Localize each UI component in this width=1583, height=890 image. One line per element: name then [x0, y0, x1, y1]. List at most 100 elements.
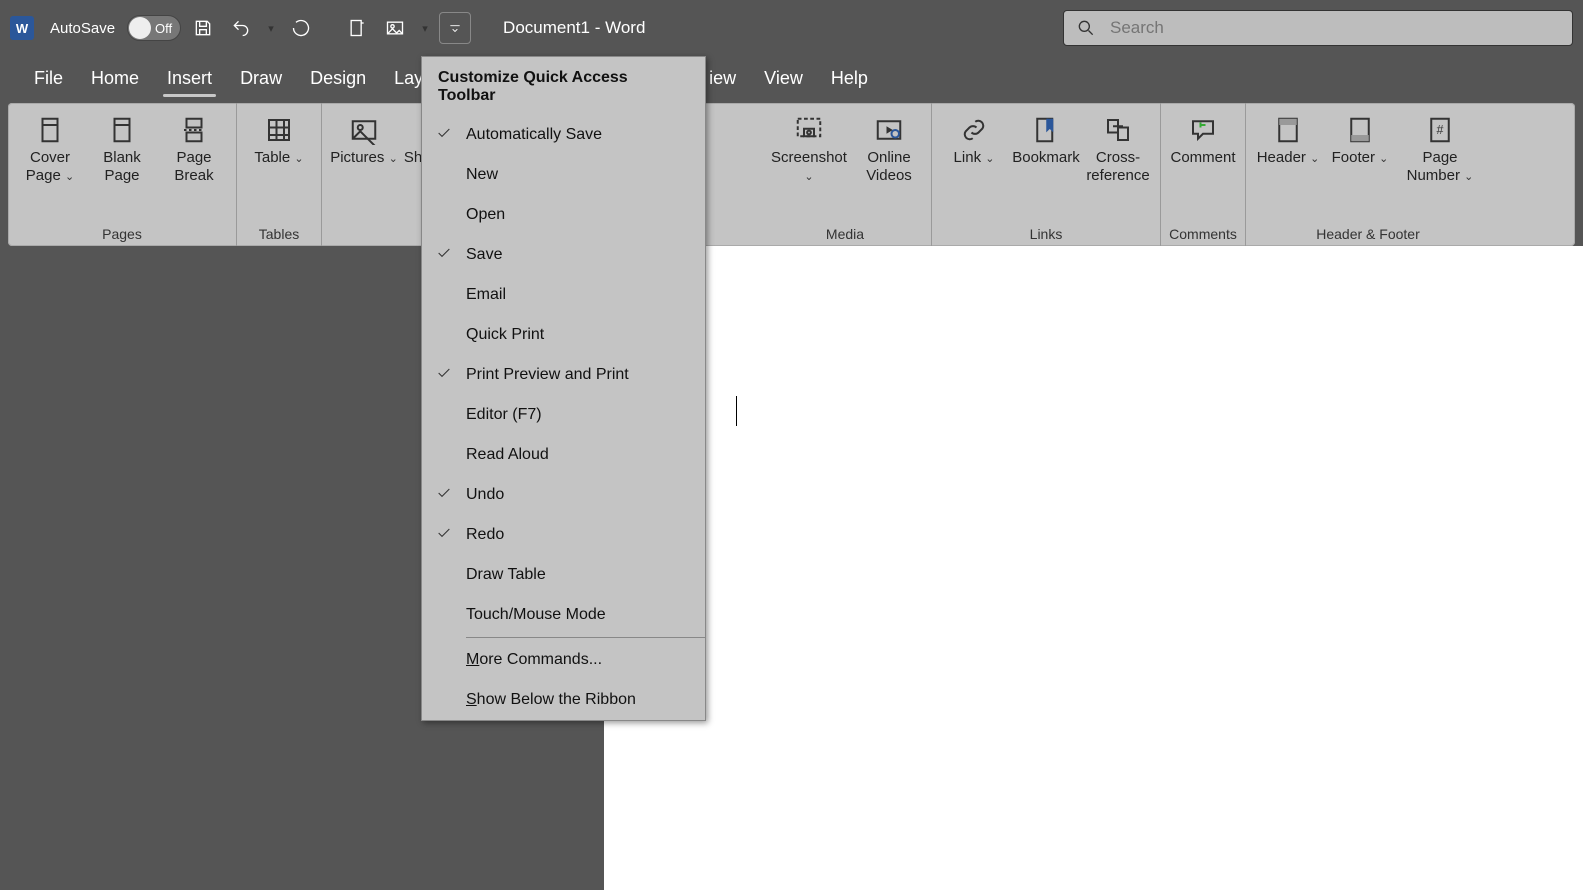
menu-item-label: New	[466, 166, 498, 184]
cmd-cover-page[interactable]: CoverPage ⌄	[16, 107, 84, 185]
tab-file[interactable]: File	[20, 56, 77, 101]
tab-view[interactable]: View	[750, 56, 817, 101]
cmd-pictures[interactable]: Pictures ⌄	[330, 107, 398, 167]
menu-item-label: Open	[466, 206, 505, 224]
group-label: Pages	[102, 222, 142, 246]
document-title: Document1 - Word	[503, 18, 645, 38]
menu-item-read-aloud[interactable]: Read Aloud	[422, 435, 705, 475]
search-input[interactable]	[1110, 18, 1560, 38]
cmd-online-videos[interactable]: OnlineVideos	[855, 107, 923, 185]
menu-item-open[interactable]: Open	[422, 195, 705, 235]
picture-qat-button[interactable]	[379, 12, 411, 44]
menu-item-label: Read Aloud	[466, 446, 549, 464]
menu-item-new[interactable]: New	[422, 155, 705, 195]
picture-icon	[347, 113, 381, 147]
cmd-label: Bookmark	[1012, 149, 1080, 167]
autosave-label: AutoSave	[50, 20, 115, 37]
ribbon-group-pages: CoverPage ⌄ BlankPagePageBreak Pages	[8, 103, 237, 246]
search-box[interactable]	[1063, 10, 1573, 46]
menu-item-quick-print[interactable]: Quick Print	[422, 315, 705, 355]
autosave-state: Off	[155, 21, 172, 36]
picture-qat-dropdown[interactable]: ▾	[417, 12, 433, 44]
cmd-label: Cross-reference	[1084, 149, 1152, 185]
menu-item-draw-table[interactable]: Draw Table	[422, 555, 705, 595]
cmd-screenshot[interactable]: Screenshot ⌄	[767, 107, 851, 185]
menu-item-save[interactable]: Save	[422, 235, 705, 275]
cmd-cross-reference[interactable]: Cross-reference	[1084, 107, 1152, 185]
bookmark-icon	[1029, 113, 1063, 147]
menu-item-automatically-save[interactable]: Automatically Save	[422, 115, 705, 155]
menu-item-more-commands...[interactable]: More Commands...	[422, 640, 705, 680]
cmd-blank-page[interactable]: BlankPage	[88, 107, 156, 185]
ribbon-group-media: Screenshot ⌄OnlineVideos Media	[759, 103, 932, 246]
menu-item-show-below-the-ribbon[interactable]: Show Below the Ribbon	[422, 680, 705, 720]
screenshot-icon	[792, 113, 826, 147]
table-icon	[262, 113, 296, 147]
menu-item-redo[interactable]: Redo	[422, 515, 705, 555]
menu-item-email[interactable]: Email	[422, 275, 705, 315]
cmd-label: Comment	[1170, 149, 1235, 167]
menu-item-label: Touch/Mouse Mode	[466, 606, 606, 624]
tab-design[interactable]: Design	[296, 56, 380, 101]
undo-button[interactable]	[225, 12, 257, 44]
cmd-label: Table ⌄	[254, 149, 303, 167]
page-icon	[105, 113, 139, 147]
customize-qat-menu: Customize Quick Access Toolbar Automatic…	[421, 56, 706, 721]
check-icon	[436, 525, 452, 546]
tab-help[interactable]: Help	[817, 56, 882, 101]
link-icon	[957, 113, 991, 147]
menu-separator	[466, 637, 705, 638]
cmd-page-break[interactable]: PageBreak	[160, 107, 228, 185]
header-icon	[1271, 113, 1305, 147]
menu-item-label: Draw Table	[466, 566, 546, 584]
cmd-page-number[interactable]: #PageNumber ⌄	[1398, 107, 1482, 185]
menu-title: Customize Quick Access Toolbar	[422, 57, 705, 115]
menu-item-print-preview-and-print[interactable]: Print Preview and Print	[422, 355, 705, 395]
undo-dropdown[interactable]: ▾	[263, 12, 279, 44]
tab-insert[interactable]: Insert	[153, 56, 226, 101]
cmd-label: Footer ⌄	[1332, 149, 1389, 167]
redo-button[interactable]	[285, 12, 317, 44]
menu-item-label: More Commands...	[466, 651, 602, 669]
video-icon	[872, 113, 906, 147]
customize-qat-button[interactable]	[439, 12, 471, 44]
menu-item-undo[interactable]: Undo	[422, 475, 705, 515]
ribbon-group-tables: Table ⌄Tables	[237, 103, 322, 246]
group-label: Header & Footer	[1316, 222, 1420, 246]
save-button[interactable]	[187, 12, 219, 44]
group-label: Media	[826, 222, 864, 246]
menu-item-label: Quick Print	[466, 326, 544, 344]
check-icon	[436, 125, 452, 146]
cmd-label: Link ⌄	[954, 149, 995, 167]
menu-item-label: Show Below the Ribbon	[466, 691, 636, 709]
page-break-icon	[177, 113, 211, 147]
cmd-header[interactable]: Header ⌄	[1254, 107, 1322, 167]
cmd-label: CoverPage ⌄	[26, 149, 74, 185]
cmd-link[interactable]: Link ⌄	[940, 107, 1008, 167]
page-icon	[33, 113, 67, 147]
pagenum-icon: #	[1423, 113, 1457, 147]
cmd-footer[interactable]: Footer ⌄	[1326, 107, 1394, 167]
text-cursor-icon	[736, 396, 737, 426]
menu-item-label: Undo	[466, 486, 504, 504]
document-canvas[interactable]	[604, 246, 1583, 890]
print-preview-button[interactable]	[341, 12, 373, 44]
ribbon-group-comments: CommentComments	[1161, 103, 1246, 246]
tab-home[interactable]: Home	[77, 56, 153, 101]
tab-draw[interactable]: Draw	[226, 56, 296, 101]
menu-item-editor-f-[interactable]: Editor (F7)	[422, 395, 705, 435]
group-label: Links	[1030, 222, 1063, 246]
autosave-toggle[interactable]: Off	[127, 15, 181, 41]
cmd-table[interactable]: Table ⌄	[245, 107, 313, 167]
word-logo-icon: W	[10, 16, 34, 40]
menu-item-touch-mouse-mode[interactable]: Touch/Mouse Mode	[422, 595, 705, 635]
menu-item-label: Automatically Save	[466, 126, 602, 144]
cmd-label: Header ⌄	[1257, 149, 1320, 167]
cmd-comment[interactable]: Comment	[1169, 107, 1237, 167]
check-icon	[436, 245, 452, 266]
menu-item-label: Print Preview and Print	[466, 366, 629, 384]
menu-item-label: Email	[466, 286, 506, 304]
menu-item-label: Redo	[466, 526, 504, 544]
cmd-bookmark[interactable]: Bookmark	[1012, 107, 1080, 167]
ribbon-group-header-footer: Header ⌄ Footer ⌄ #PageNumber ⌄ Header & Fo…	[1246, 103, 1490, 246]
